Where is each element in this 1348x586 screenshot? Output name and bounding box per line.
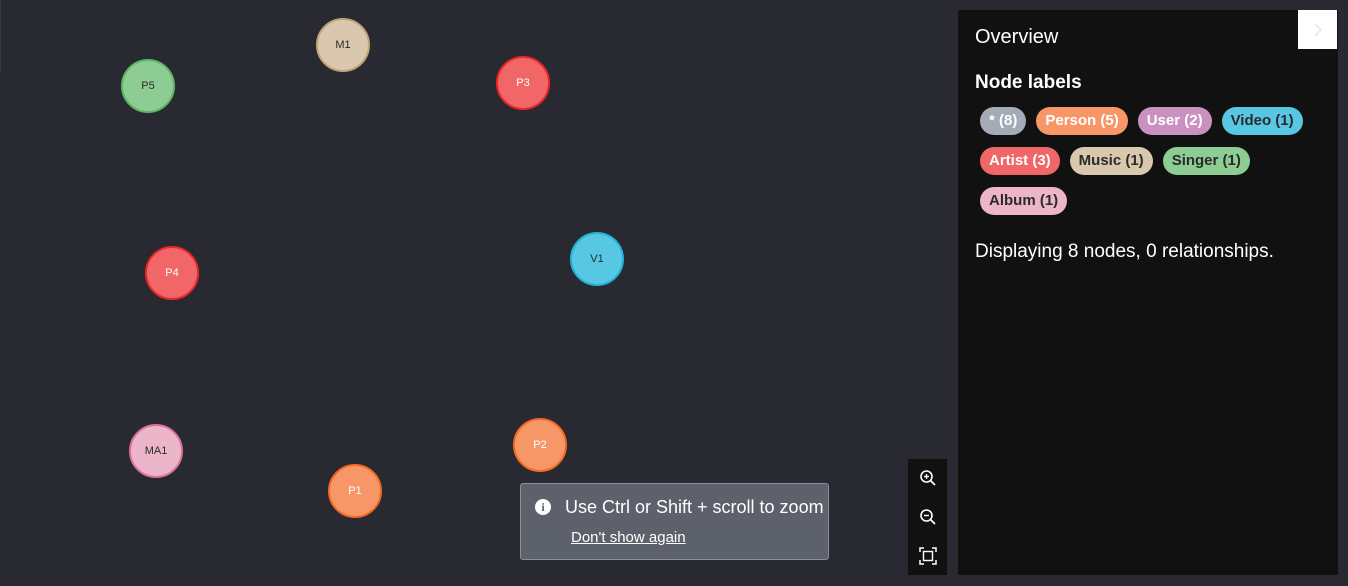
node-label-chip[interactable]: Person (5) — [1036, 107, 1128, 135]
canvas-border — [0, 0, 1, 72]
graph-node-m1[interactable]: M1 — [316, 18, 370, 72]
info-icon: i — [535, 499, 551, 515]
zoom-controls — [908, 459, 947, 575]
graph-node-p3[interactable]: P3 — [496, 56, 550, 110]
zoom-out-button[interactable] — [916, 505, 940, 529]
zoom-in-button[interactable] — [916, 466, 940, 490]
graph-summary: Displaying 8 nodes, 0 relationships. — [975, 241, 1274, 262]
node-labels-heading: Node labels — [975, 72, 1082, 93]
graph-node-p5[interactable]: P5 — [121, 59, 175, 113]
node-label-chip[interactable]: Singer (1) — [1162, 147, 1250, 175]
graph-node-p2[interactable]: P2 — [513, 418, 567, 472]
node-label-chip[interactable]: Video (1) — [1221, 107, 1303, 135]
overview-panel: Overview Node labels * (8) Person (5) User… — [958, 10, 1338, 575]
fit-to-screen-icon — [918, 546, 937, 565]
collapse-panel-button[interactable] — [1298, 10, 1337, 49]
node-label-chip[interactable]: * (8) — [980, 107, 1027, 135]
panel-title: Overview — [975, 26, 1059, 48]
zoom-out-icon — [919, 509, 936, 525]
zoom-hint-toast: i Use Ctrl or Shift + scroll to zoom Don… — [520, 483, 829, 560]
node-label-chip[interactable]: Music (1) — [1069, 147, 1153, 175]
graph-node-p4[interactable]: P4 — [145, 246, 199, 300]
chevron-right-icon — [1313, 22, 1322, 37]
toast-message: Use Ctrl or Shift + scroll to zoom — [565, 497, 824, 517]
node-label-chip[interactable]: User (2) — [1137, 107, 1212, 135]
zoom-in-icon — [919, 470, 936, 486]
node-label-chip[interactable]: Artist (3) — [980, 147, 1060, 175]
node-label-chip[interactable]: Album (1) — [980, 187, 1068, 215]
graph-node-p1[interactable]: P1 — [328, 464, 382, 518]
graph-node-v1[interactable]: V1 — [570, 232, 624, 286]
dont-show-again-link[interactable]: Don't show again — [571, 529, 686, 546]
node-label-list: * (8) Person (5) User (2) Video (1) Artist (… — [980, 107, 1330, 227]
graph-node-ma1[interactable]: MA1 — [129, 424, 183, 478]
fit-to-screen-button[interactable] — [916, 544, 940, 568]
